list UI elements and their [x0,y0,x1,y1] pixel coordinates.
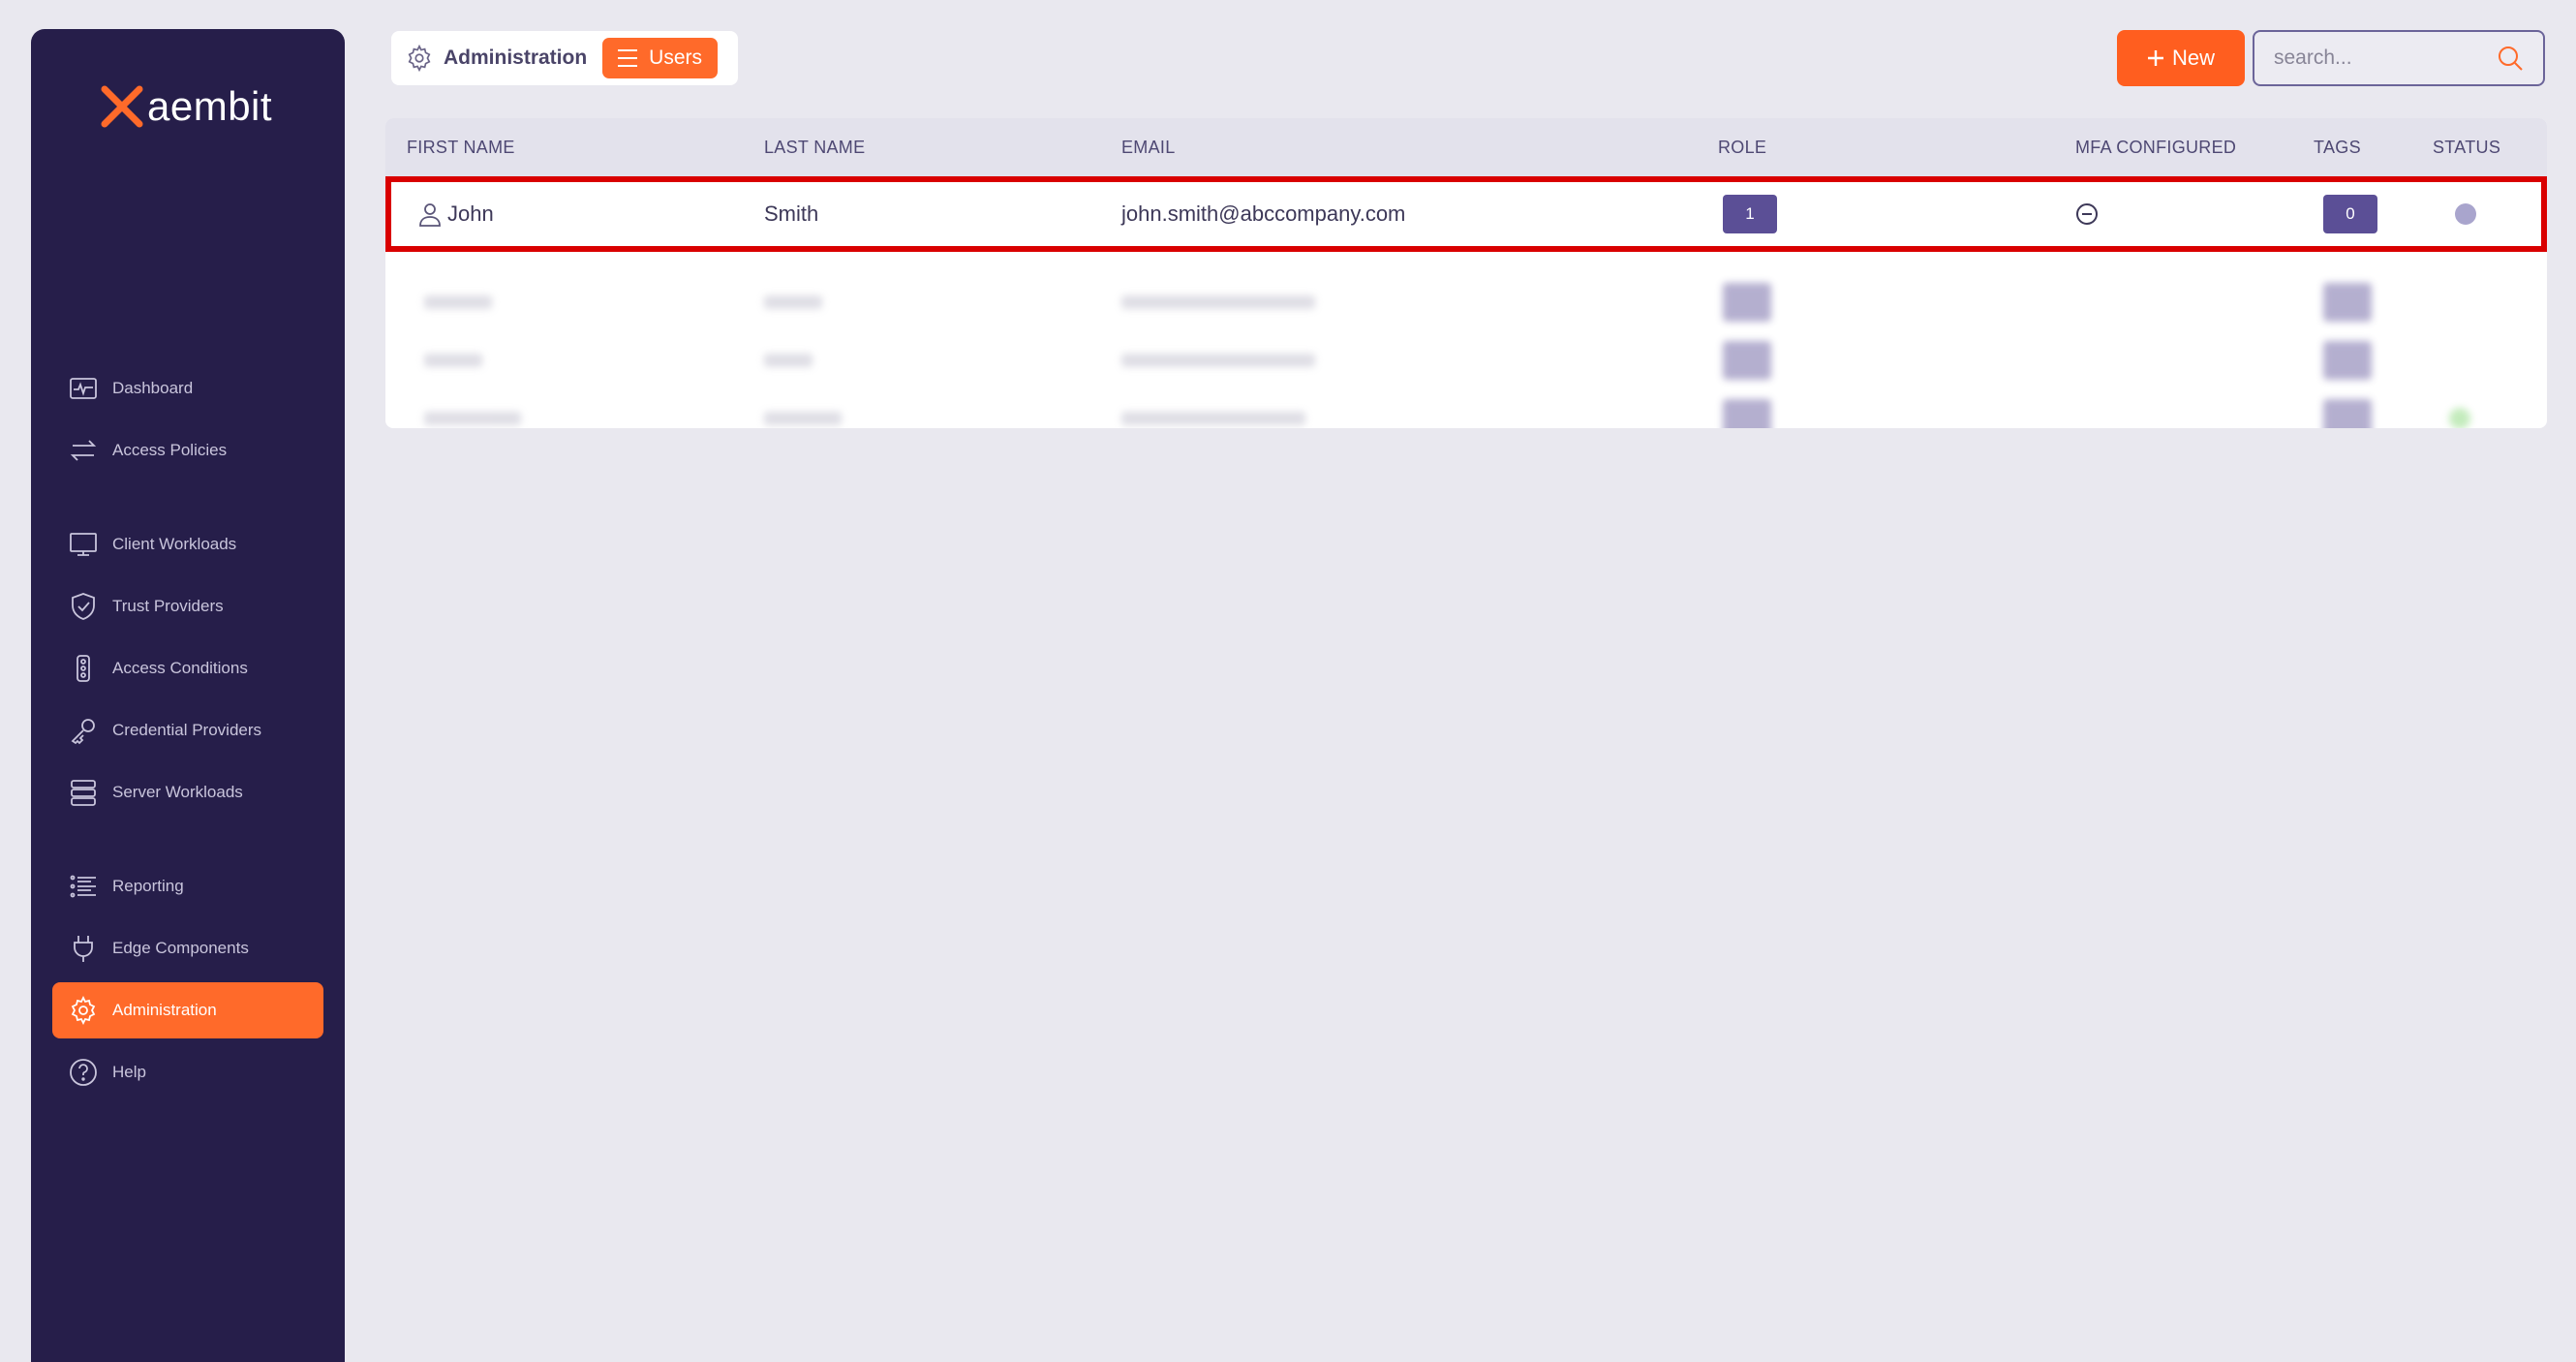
tags-badge[interactable]: 0 [2323,195,2377,233]
cell-email: john.smith@abccompany.com [1121,201,1406,226]
arrows-exchange-icon [70,440,97,461]
list-icon [70,875,96,898]
plug-icon [74,936,93,962]
gear-icon [71,995,96,1026]
sidebar-item-label: Trust Providers [112,597,224,615]
server-icon [71,780,96,806]
monitor-icon [70,533,97,556]
role-count: 1 [1745,204,1755,223]
sidebar-item-reporting[interactable]: Reporting [52,858,323,914]
redacted-text [424,412,521,425]
col-status[interactable]: STATUS [2433,138,2500,158]
redacted-text [764,354,813,367]
search-icon[interactable] [2497,45,2524,72]
help-circle-icon [70,1059,97,1086]
sidebar-item-label: Credential Providers [112,721,262,739]
col-email[interactable]: EMAIL [1121,138,1176,158]
sidebar-item-label: Server Workloads [112,783,243,801]
table-header: FIRST NAME LAST NAME EMAIL ROLE MFA CONF… [385,118,2547,176]
sidebar: aembit Dashboard Access Policies Client … [31,29,345,1362]
search-input[interactable] [2274,46,2497,70]
sidebar-item-label: Help [112,1063,146,1081]
sidebar-item-edge-components[interactable]: Edge Components [52,920,323,976]
plus-icon [2147,50,2163,66]
table-row[interactable] [385,389,2547,428]
col-role[interactable]: ROLE [1718,138,1766,158]
status-indicator [2449,408,2470,428]
role-badge[interactable] [1723,283,1771,322]
breadcrumb-page: Users [649,46,703,69]
table-row[interactable]: John Smith john.smith@abccompany.com 1 0 [385,176,2547,252]
tags-badge[interactable] [2323,283,2372,322]
user-icon [419,203,441,227]
redacted-text [424,295,492,309]
role-badge[interactable] [1723,341,1771,380]
col-last-name[interactable]: LAST NAME [764,138,865,158]
col-first-name[interactable]: FIRST NAME [407,138,515,158]
users-table: FIRST NAME LAST NAME EMAIL ROLE MFA CONF… [385,118,2547,428]
activity-monitor-icon [70,378,97,399]
new-button[interactable]: New [2117,30,2245,86]
table-row[interactable] [385,273,2547,331]
sidebar-item-client-workloads[interactable]: Client Workloads [52,516,323,573]
status-indicator [2455,203,2476,225]
sidebar-item-label: Client Workloads [112,535,237,553]
sidebar-item-access-policies[interactable]: Access Policies [52,422,323,479]
search-box [2253,30,2545,86]
role-badge[interactable] [1723,399,1771,428]
breadcrumb-section[interactable]: Administration [444,46,587,70]
redacted-text [764,412,842,425]
sidebar-item-trust-providers[interactable]: Trust Providers [52,578,323,635]
sidebar-item-label: Access Conditions [112,659,248,677]
redacted-text [424,354,482,367]
gear-icon [408,44,431,73]
cell-last-name: Smith [764,201,819,226]
redacted-text [764,295,822,309]
sidebar-item-help[interactable]: Help [52,1044,323,1100]
role-badge[interactable]: 1 [1723,195,1777,233]
table-row[interactable] [385,331,2547,389]
sidebar-item-label: Reporting [112,877,184,895]
sidebar-item-access-conditions[interactable]: Access Conditions [52,640,323,696]
breadcrumb-users-tab[interactable]: Users [602,38,719,78]
sidebar-item-dashboard[interactable]: Dashboard [52,360,323,417]
cell-first-name: John [447,201,494,226]
redacted-text [1121,354,1315,367]
sidebar-item-label: Dashboard [112,379,194,397]
sidebar-item-credential-providers[interactable]: Credential Providers [52,702,323,758]
col-mfa-configured[interactable]: MFA CONFIGURED [2075,138,2236,158]
sidebar-item-administration[interactable]: Administration [52,982,323,1038]
aembit-logo-mark-icon [101,85,143,128]
shield-check-icon [72,593,95,620]
brand-name: aembit [147,83,273,129]
tags-count: 0 [2346,204,2355,223]
redacted-text [1121,412,1305,425]
sidebar-item-label: Edge Components [112,939,249,957]
traffic-light-icon [77,655,90,682]
key-icon [71,719,95,745]
sidebar-item-label: Access Policies [112,441,228,459]
new-button-label: New [2171,46,2215,70]
breadcrumb: Administration Users [391,31,738,85]
col-tags[interactable]: TAGS [2314,138,2361,158]
sidebar-item-server-workloads[interactable]: Server Workloads [52,764,323,820]
tags-badge[interactable] [2323,341,2372,380]
minus-circle-icon [2076,203,2098,225]
tags-badge[interactable] [2323,399,2372,428]
sidebar-item-label: Administration [112,1001,217,1019]
menu-icon [618,49,638,67]
aembit-logo[interactable]: aembit [101,77,272,136]
redacted-text [1121,295,1315,309]
